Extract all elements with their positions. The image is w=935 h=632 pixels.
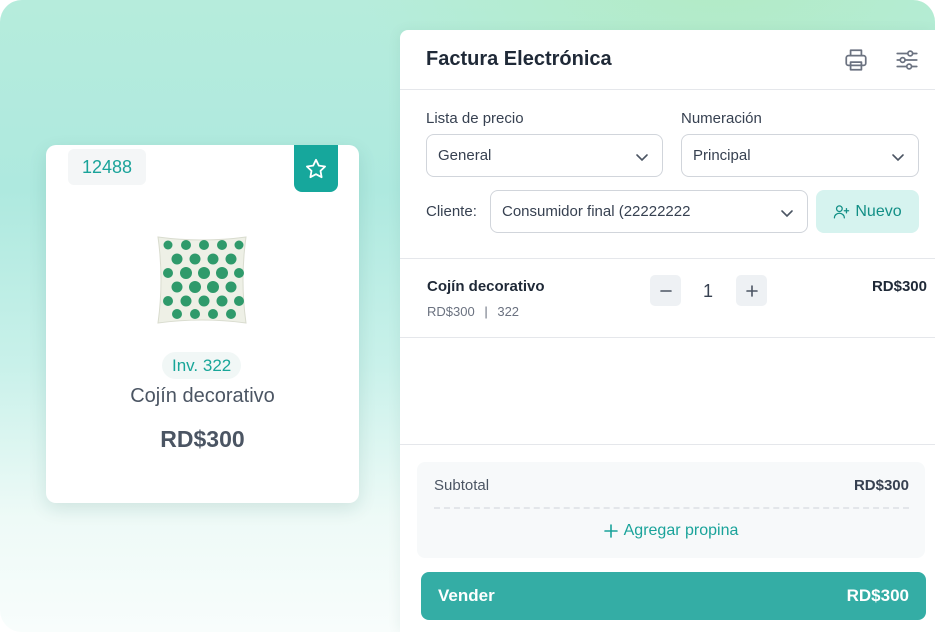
item-total: RD$300 — [871, 278, 927, 295]
client-value: Consumidor final (22222222 — [502, 203, 691, 220]
sell-button[interactable]: Vender RD$300 — [421, 572, 926, 620]
price-list-value: General — [438, 147, 492, 164]
client-select[interactable]: Consumidor final (22222222 — [490, 190, 808, 233]
plus-icon — [745, 284, 758, 297]
settings-sliders-icon[interactable] — [894, 47, 920, 73]
item-name: Cojín decorativo — [427, 278, 545, 295]
product-card[interactable]: 12488 Inv. 322 Cojín decorativo RD$300 — [46, 145, 359, 503]
divider — [400, 337, 935, 338]
decrease-quantity-button[interactable] — [650, 275, 681, 306]
sell-total: RD$300 — [846, 586, 909, 605]
subtotal-label: Subtotal — [434, 477, 490, 494]
add-user-icon — [834, 205, 850, 219]
chevron-down-icon — [636, 154, 648, 162]
product-name: Cojín decorativo — [130, 385, 275, 407]
new-client-label: Nuevo — [855, 202, 902, 220]
favorite-button[interactable] — [294, 145, 338, 192]
item-stock: 322 — [497, 304, 520, 319]
numbering-value: Principal — [693, 147, 751, 164]
divider — [400, 258, 935, 259]
divider — [400, 444, 935, 445]
numbering-select[interactable]: Principal — [681, 134, 919, 177]
add-tip-label: Agregar propina — [623, 522, 739, 539]
chevron-down-icon — [892, 154, 904, 162]
printer-icon[interactable] — [843, 47, 869, 73]
summary-box: Subtotal RD$300 Agregar propina — [417, 462, 925, 558]
add-tip-button[interactable]: Agregar propina — [417, 522, 925, 540]
dashed-divider — [434, 507, 909, 509]
chevron-down-icon — [781, 210, 793, 218]
client-label: Cliente: — [426, 203, 477, 220]
invoice-panel: Factura Electrónica Lista de precio Gene… — [400, 30, 935, 632]
star-icon — [306, 158, 326, 178]
item-meta: RD$300 | 322 — [427, 304, 519, 319]
subtotal-value: RD$300 — [853, 477, 909, 494]
pillow-image — [157, 236, 247, 324]
increase-quantity-button[interactable] — [736, 275, 767, 306]
invoice-header: Factura Electrónica — [400, 30, 935, 90]
product-code-badge: 12488 — [68, 149, 147, 185]
item-unit-price: RD$300 — [427, 304, 475, 319]
product-price: RD$300 — [160, 426, 245, 452]
numbering-label: Numeración — [681, 110, 762, 127]
invoice-title: Factura Electrónica — [426, 48, 612, 70]
item-separator: | — [484, 304, 488, 319]
minus-icon — [659, 289, 672, 292]
inventory-badge: Inv. 322 — [162, 352, 242, 379]
new-client-button[interactable]: Nuevo — [816, 190, 919, 233]
sell-label: Vender — [438, 586, 495, 605]
price-list-select[interactable]: General — [426, 134, 663, 177]
plus-icon — [603, 524, 618, 538]
price-list-label: Lista de precio — [426, 110, 524, 127]
item-quantity[interactable]: 1 — [696, 281, 720, 302]
